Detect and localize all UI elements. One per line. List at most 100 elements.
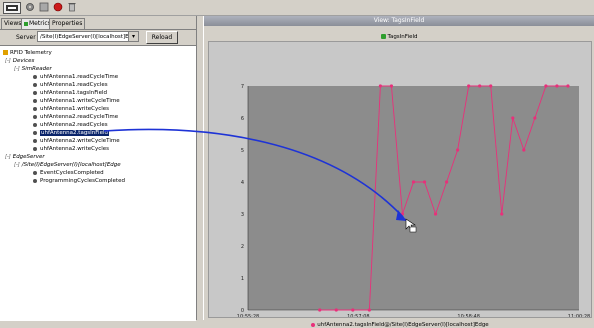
data-point [522,148,526,152]
tree-node-edge-instance[interactable]: [-]/Site(I)EdgeServer(I)[localhost]Edge [14,161,121,169]
data-point [489,84,493,88]
data-point [478,84,482,88]
tab-properties[interactable]: Properties [49,18,86,29]
data-point [511,116,515,120]
metric-bullet-icon [33,90,37,95]
collapse-icon[interactable]: [-] [5,153,11,161]
tree-metric-label: uhfAntenna2.readCycleTime [40,114,119,120]
tree-metric-item[interactable]: uhfAntenna1.writeCycles [33,105,109,113]
stop-icon[interactable] [39,2,49,12]
tree-metric-label: ProgrammingCyclesCompleted [40,178,125,184]
server-select-value: /Site(I)EdgeServer(I)[localhost]Edg [40,34,136,40]
folder-icon [3,50,8,55]
panel-splitter[interactable] [196,16,204,320]
gear-icon[interactable] [25,2,35,12]
tree-metric-label: uhfAntenna2.tagsInField [40,130,109,136]
data-point [400,212,405,216]
tree-metric-item[interactable]: uhfAntenna2.readCycleTime [33,113,118,121]
metric-bullet-icon [33,138,37,143]
data-point [456,148,460,152]
metric-bullet-icon [33,82,37,87]
metric-bullet-icon [33,98,37,103]
collapse-icon[interactable]: [-] [5,57,11,65]
series-marker-icon [311,322,316,327]
collapse-icon[interactable]: [-] [14,161,20,169]
plot-background [248,86,579,310]
metric-bullet-icon [33,130,37,135]
tabs-divider [0,29,196,30]
tree-metric-label: uhfAntenna2.writeCycleTime [40,138,120,144]
series-legend-label: uhfAntenna2.tagsInField@/Site(I)EdgeServ… [317,322,489,328]
metric-bullet-icon [33,114,37,119]
metric-bullet-icon [33,74,37,79]
chart-title: TagsInField [204,34,594,41]
x-tick-label: 11:00:28 [568,314,590,317]
data-point [555,84,559,88]
data-point [544,84,548,88]
tree-node-devices-label: Devices [12,58,35,64]
app-icon[interactable] [3,2,21,14]
tree-metric-item[interactable]: uhfAntenna1.readCycleTime [33,73,118,81]
tree-metric-item[interactable]: uhfAntenna2.writeCycleTime [33,137,120,145]
server-select[interactable]: /Site(I)EdgeServer(I)[localhost]Edg ▾ [37,31,139,42]
trash-icon[interactable] [67,2,77,12]
metrics-tree: RFID Telemetry [-] Devices [-] SimReader u… [0,45,196,321]
series-legend: uhfAntenna2.tagsInField@/Site(I)EdgeServ… [209,322,591,328]
tree-metric-item[interactable]: uhfAntenna1.tagsInField [33,89,107,97]
data-point [422,180,427,184]
tree-metric-item[interactable]: uhfAntenna1.readCycles [33,81,108,89]
data-point [351,308,355,312]
tree-metric-label: EventCyclesCompleted [40,170,104,176]
tree-metric-item[interactable]: uhfAntenna2.tagsInField [33,129,109,137]
y-tick-label: 6 [241,116,244,122]
reload-button[interactable]: Reload [146,31,178,44]
x-tick-label: 10:58:48 [457,314,479,317]
y-tick-label: 1 [241,276,244,282]
tree-metric-item[interactable]: uhfAntenna2.readCycles [33,121,108,129]
x-tick-label: 10:57:08 [347,314,369,317]
collapse-icon[interactable]: [-] [14,65,20,73]
record-icon[interactable] [53,2,63,12]
tree-metric-label: uhfAntenna1.readCycleTime [40,74,119,80]
metric-bullet-icon [33,170,37,175]
chart-area: 0 1 2 3 4 5 6 7 10:55:28 10:57:08 10:58:48 11:00:28… [208,41,592,328]
data-point [533,116,537,120]
chevron-down-icon[interactable]: ▾ [128,32,138,41]
tree-node-simreader-label: SimReader [21,66,52,72]
chart-title-label: TagsInField [387,34,418,40]
tree-metric-item[interactable]: EventCyclesCompleted [33,169,104,177]
line-chart: 0123456710:55:28 10:57:08 10:58:48 11:00:28 [237,84,590,317]
data-point [433,212,438,216]
metrics-icon [24,21,28,26]
metric-bullet-icon [33,146,37,151]
tree-node-edgeserver[interactable]: [-] EdgeServer [5,153,45,161]
tree-metric-label: uhfAntenna2.readCycles [40,122,108,128]
data-point [334,308,338,312]
tree-root-label: RFID Telemetry [10,50,52,56]
y-tick-label: 5 [241,148,244,154]
metric-bullet-icon [33,106,37,111]
tree-node-devices[interactable]: [-] Devices [5,57,34,65]
main-toolbar [0,0,594,16]
tree-metric-label: uhfAntenna1.readCycles [40,82,108,88]
data-point [389,84,394,88]
tree-node-simreader[interactable]: [-] SimReader [14,65,52,73]
tree-metric-label: uhfAntenna2.writeCycles [40,146,110,152]
tree-metric-item[interactable]: uhfAntenna1.writeCycleTime [33,97,120,105]
y-tick-label: 3 [241,212,244,218]
tree-metric-item[interactable]: ProgrammingCyclesCompleted [33,177,125,185]
metrics-panel: Views Metrics Properties Server /Site(I)… [0,16,196,321]
metric-bullet-icon [33,122,37,127]
tab-metrics-label: Metrics [29,20,51,27]
tree-root[interactable]: RFID Telemetry [3,49,52,57]
tree-node-edge-instance-label: /Site(I)EdgeServer(I)[localhost]Edge [21,162,121,168]
tree-metric-label: uhfAntenna1.tagsInField [40,90,107,96]
data-point [318,308,322,312]
data-point [500,212,504,216]
data-point [467,84,471,88]
tree-metric-label: uhfAntenna1.writeCycleTime [40,98,120,104]
tree-metric-item[interactable]: uhfAntenna2.writeCycles [33,145,109,153]
tree-node-edgeserver-label: EdgeServer [12,154,45,160]
data-point [378,84,382,88]
y-tick-label: 4 [241,180,244,186]
